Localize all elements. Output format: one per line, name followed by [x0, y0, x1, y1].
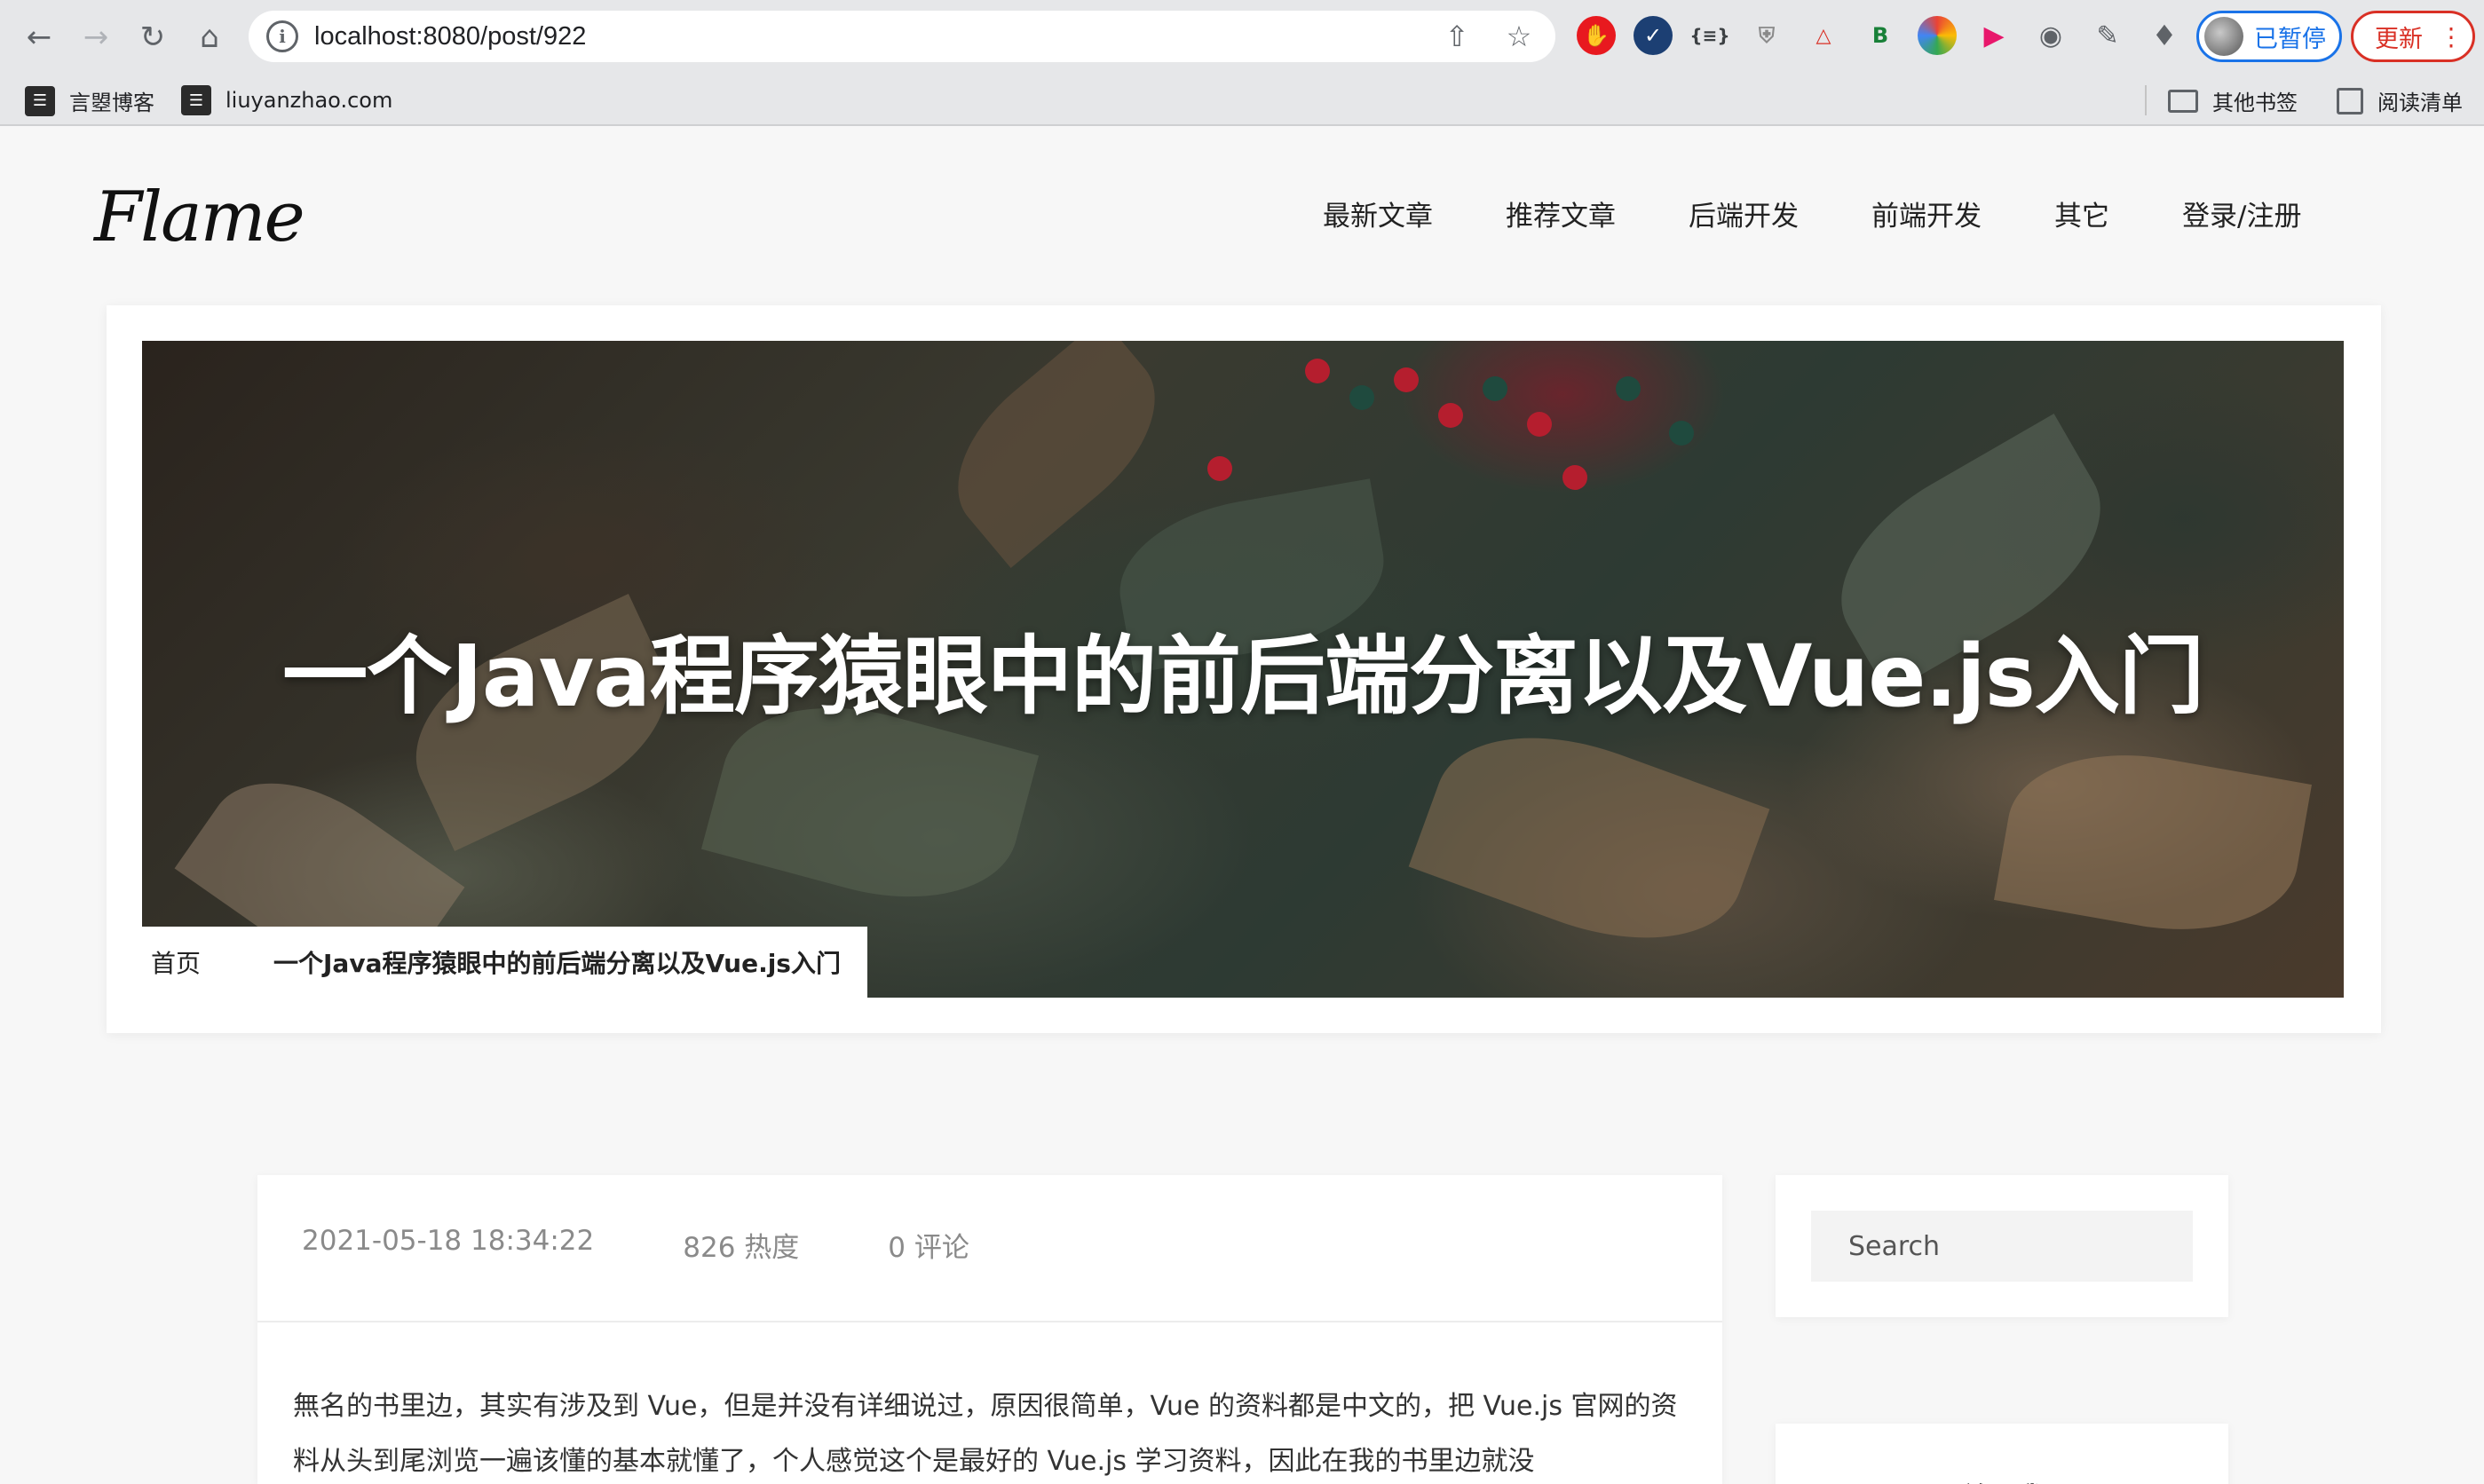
color-extension-icon[interactable]: [1918, 16, 1957, 55]
profile-label: 已暂停: [2254, 25, 2326, 53]
hero-berry: [1349, 385, 1374, 410]
shield-extension-icon[interactable]: ⛨: [1747, 16, 1786, 55]
update-button[interactable]: 更新 ⋮: [2351, 11, 2475, 62]
home-icon[interactable]: ⌂: [188, 16, 231, 59]
post-date: 2021-05-18 18:34:22: [302, 1225, 595, 1257]
bookmark-favicon-icon: ☰: [25, 85, 55, 116]
hero-berry: [1562, 465, 1587, 490]
other-bookmarks-label: 其他书签: [2212, 91, 2298, 115]
nav-latest[interactable]: 最新文章: [1323, 193, 1433, 233]
post-card: 2021-05-18 18:34:22 826 热度 0 评论 無名的书里边，其…: [257, 1175, 1722, 1484]
kebab-menu-icon: ⋮: [2439, 21, 2464, 51]
eyedropper-extension-icon[interactable]: ✎: [2088, 16, 2127, 55]
puzzle-extensions-icon[interactable]: ♦: [2145, 16, 2184, 55]
sidebar-search-widget: [1776, 1175, 2228, 1317]
hero-berry: [1438, 403, 1463, 428]
post-comments[interactable]: 0 评论: [888, 1225, 969, 1265]
hero-berry: [1616, 376, 1641, 401]
browser-chrome: ← → ↻ ⌂ i localhost:8080/post/922 ⇧ ☆ ✋ …: [0, 0, 2484, 126]
hero-leaf: [1408, 699, 1770, 976]
breadcrumb-home[interactable]: 首页: [151, 944, 201, 980]
translate-extension-icon[interactable]: B: [1861, 16, 1900, 55]
check-extension-icon[interactable]: ✓: [1634, 16, 1673, 55]
extensions-bar: ✋ ✓ {≡} ⛨ △ B ▶ ◉ ✎ ♦: [1577, 16, 2184, 55]
post-content: 無名的书里边，其实有涉及到 Vue，但是并没有详细说过，原因很简单，Vue 的资…: [293, 1391, 1678, 1477]
bookmark-item[interactable]: ☰ 言曌博客: [25, 85, 154, 116]
forward-icon[interactable]: →: [75, 16, 117, 59]
reload-icon[interactable]: ↻: [131, 16, 174, 59]
sidebar-about-widget: 关于我: [1776, 1424, 2228, 1484]
hero-berry: [1305, 359, 1330, 383]
profile-button[interactable]: 已暂停: [2196, 11, 2342, 62]
nav-backend[interactable]: 后端开发: [1689, 193, 1799, 233]
meta-divider: [257, 1321, 1722, 1322]
tree-extension-icon[interactable]: △: [1804, 16, 1843, 55]
film-extension-icon[interactable]: ◉: [2031, 16, 2070, 55]
bookmark-label: 言曌博客: [69, 91, 154, 115]
nav-login[interactable]: 登录/注册: [2182, 193, 2301, 233]
address-url[interactable]: localhost:8080/post/922: [314, 22, 586, 51]
bookmark-item[interactable]: ☰ liuyanzhao.com: [181, 85, 392, 115]
nav-other[interactable]: 其它: [2054, 193, 2109, 233]
bookmark-favicon-icon: ☰: [181, 85, 211, 115]
reading-list[interactable]: 阅读清单: [2337, 85, 2463, 116]
site-logo[interactable]: Flame: [94, 178, 305, 257]
hero-berry: [1669, 421, 1694, 446]
page: Flame 最新文章 推荐文章 后端开发 前端开发 其它 登录/注册 一个Jav…: [0, 128, 2484, 1484]
adblock-extension-icon[interactable]: ✋: [1577, 16, 1616, 55]
json-extension-icon[interactable]: {≡}: [1689, 16, 1729, 55]
hero-berry: [1207, 456, 1232, 481]
hero-image: 一个Java程序猿眼中的前后端分离以及Vue.js入门 首页 一个Java程序猿…: [142, 341, 2344, 998]
address-bar[interactable]: i localhost:8080/post/922 ⇧ ☆: [249, 11, 1555, 62]
hero-berry: [1394, 367, 1419, 392]
update-label: 更新: [2375, 25, 2423, 53]
hero-berry: [1483, 376, 1507, 401]
main-nav: 最新文章 推荐文章 后端开发 前端开发 其它 登录/注册: [1323, 193, 2301, 233]
browser-toolbar: ← → ↻ ⌂ i localhost:8080/post/922 ⇧ ☆ ✋ …: [0, 0, 2484, 75]
bookmarks-bar: ☰ 言曌博客 ☰ liuyanzhao.com 其他书签 阅读清单: [0, 75, 2484, 126]
hero-leaf: [925, 341, 1188, 569]
hero-card: 一个Java程序猿眼中的前后端分离以及Vue.js入门 首页 一个Java程序猿…: [107, 305, 2381, 1033]
other-bookmarks[interactable]: 其他书签: [2168, 85, 2298, 116]
reading-list-icon: [2337, 87, 2363, 114]
hero-leaf: [1994, 733, 2312, 951]
bookmark-label: liuyanzhao.com: [225, 88, 393, 113]
folder-icon: [2168, 89, 2198, 113]
bookmark-star-icon[interactable]: ☆: [1500, 18, 1538, 55]
post-meta: 2021-05-18 18:34:22 826 热度 0 评论: [302, 1225, 1058, 1265]
share-icon[interactable]: ⇧: [1438, 18, 1475, 55]
breadcrumb-current: 一个Java程序猿眼中的前后端分离以及Vue.js入门: [273, 949, 841, 978]
nav-frontend[interactable]: 前端开发: [1871, 193, 1982, 233]
site-info-icon[interactable]: i: [266, 20, 298, 52]
post-heat: 826 热度: [683, 1232, 800, 1264]
about-title: 关于我: [1776, 1475, 2228, 1484]
search-input[interactable]: [1811, 1211, 2193, 1282]
nav-recommended[interactable]: 推荐文章: [1506, 193, 1616, 233]
post-title: 一个Java程序猿眼中的前后端分离以及Vue.js入门: [282, 627, 2204, 726]
bookmarks-divider: [2145, 85, 2147, 115]
hero-berry: [1527, 412, 1552, 437]
reading-list-label: 阅读清单: [2377, 91, 2463, 115]
breadcrumb: 首页 一个Java程序猿眼中的前后端分离以及Vue.js入门: [142, 927, 867, 998]
back-icon[interactable]: ←: [18, 16, 60, 59]
avatar: [2204, 17, 2243, 56]
play-extension-icon[interactable]: ▶: [1974, 16, 2013, 55]
